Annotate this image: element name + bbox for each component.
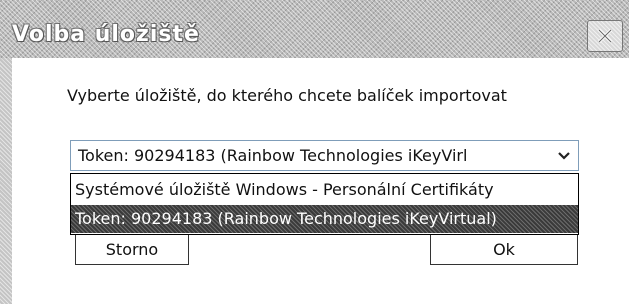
prompt-label: Vyberte úložiště, do kterého chcete balí…	[67, 86, 507, 105]
close-icon	[597, 28, 613, 44]
store-option-windows[interactable]: Systémové úložiště Windows - Personální …	[71, 176, 578, 204]
store-dropdown-list: Systémové úložiště Windows - Personální …	[70, 173, 579, 235]
cancel-button[interactable]: Storno	[75, 235, 189, 265]
store-combobox[interactable]: Token: 90294183 (Rainbow Technologies iK…	[70, 140, 579, 171]
close-button[interactable]	[587, 20, 623, 52]
store-option-token[interactable]: Token: 90294183 (Rainbow Technologies iK…	[71, 205, 578, 233]
ok-button[interactable]: Ok	[430, 235, 578, 265]
chevron-down-icon	[557, 151, 570, 160]
store-combobox-value: Token: 90294183 (Rainbow Technologies iK…	[78, 146, 468, 165]
dropdown-arrow-button[interactable]	[551, 143, 576, 168]
title-bar: Volba úložiště	[0, 0, 629, 58]
window-left-border	[0, 58, 12, 304]
window-title: Volba úložiště	[12, 22, 200, 47]
